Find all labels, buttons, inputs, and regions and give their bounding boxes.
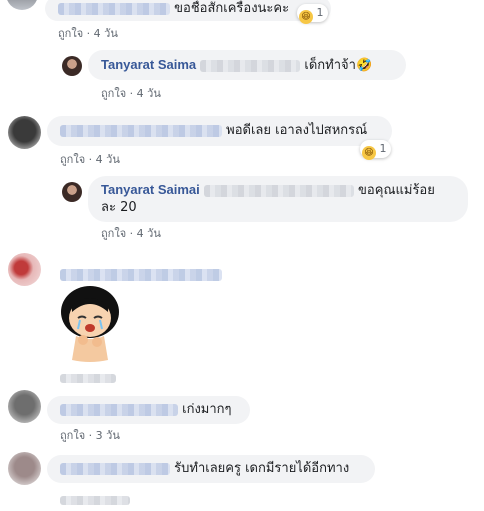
comment-text: เก่งมากๆ bbox=[60, 401, 232, 419]
reaction-number: 1 bbox=[379, 142, 387, 155]
comment-meta-blurred bbox=[60, 490, 130, 509]
separator: · bbox=[88, 153, 93, 166]
commenter-name[interactable]: Tanyarat Saimai bbox=[101, 182, 200, 197]
haha-reaction-icon: 😆 bbox=[362, 146, 376, 160]
commenter-name-blurred[interactable] bbox=[60, 124, 222, 137]
tagged-name-blurred[interactable] bbox=[200, 59, 301, 72]
comment-meta: ถูกใจ · 4 วัน bbox=[101, 224, 161, 242]
reply-body: ขอคุณแม่ร้อย bbox=[358, 183, 435, 198]
avatar[interactable] bbox=[8, 116, 41, 149]
like-link[interactable]: ถูกใจ bbox=[60, 153, 85, 166]
reaction-count[interactable]: 😆 1 bbox=[360, 140, 391, 160]
separator: · bbox=[129, 227, 134, 240]
like-link[interactable]: ถูกใจ bbox=[101, 227, 126, 240]
avatar[interactable] bbox=[8, 253, 41, 286]
timestamp[interactable]: 4 วัน bbox=[137, 227, 161, 240]
avatar[interactable] bbox=[62, 182, 82, 202]
commenter-name[interactable]: Tanyarat Saima bbox=[101, 57, 196, 72]
tagged-name-blurred[interactable] bbox=[203, 184, 354, 197]
comment-meta: ถูกใจ · 4 วัน bbox=[101, 84, 161, 102]
avatar[interactable] bbox=[62, 56, 82, 76]
reaction-count[interactable]: 😆 1 bbox=[297, 4, 328, 24]
reply-body: เด็กทำจ้า🤣 bbox=[304, 58, 373, 73]
comment-meta: ถูกใจ · 4 วัน bbox=[60, 150, 120, 168]
reply-text: Tanyarat Saima เด็กทำจ้า🤣 bbox=[101, 56, 372, 75]
avatar[interactable] bbox=[8, 452, 41, 485]
separator: · bbox=[86, 27, 91, 40]
comment-meta: ถูกใจ · 4 วัน bbox=[58, 24, 118, 42]
haha-reaction-icon: 😆 bbox=[299, 10, 313, 24]
comment-body: ขอชื่อสักเครื่องนะคะ bbox=[174, 1, 290, 16]
timestamp[interactable]: 4 วัน bbox=[94, 27, 118, 40]
separator: · bbox=[88, 429, 93, 442]
comment-meta: ถูกใจ · 3 วัน bbox=[60, 426, 120, 444]
reply-text-line2: ละ 20 bbox=[101, 200, 137, 215]
timestamp[interactable]: 4 วัน bbox=[96, 153, 120, 166]
like-link[interactable]: ถูกใจ bbox=[101, 87, 126, 100]
like-link[interactable]: ถูกใจ bbox=[60, 429, 85, 442]
commenter-name-blurred[interactable] bbox=[60, 462, 170, 475]
commenter-name-blurred[interactable] bbox=[60, 264, 222, 283]
timestamp[interactable]: 3 วัน bbox=[96, 429, 120, 442]
avatar[interactable] bbox=[6, 0, 38, 10]
commenter-name-blurred[interactable] bbox=[58, 2, 170, 15]
comment-text: รับทำเลยครู เดกมีรายได้อีกทาง bbox=[60, 460, 349, 478]
comment-body: รับทำเลยครู เดกมีรายได้อีกทาง bbox=[174, 461, 350, 476]
comment-text: พอดีเลย เอาลงไปสหกรณ์ bbox=[60, 122, 367, 140]
like-link[interactable]: ถูกใจ bbox=[58, 27, 83, 40]
comment-body: พอดีเลย เอาลงไปสหกรณ์ bbox=[226, 123, 368, 138]
separator: · bbox=[129, 87, 134, 100]
comment-meta-blurred bbox=[60, 368, 116, 387]
commenter-name-blurred[interactable] bbox=[60, 403, 178, 416]
crying-girl-sticker bbox=[61, 286, 119, 362]
reaction-number: 1 bbox=[316, 6, 324, 19]
avatar[interactable] bbox=[8, 390, 41, 423]
sticker-image bbox=[50, 282, 130, 364]
comment-text: ขอชื่อสักเครื่องนะคะ bbox=[58, 0, 289, 18]
reply-text: Tanyarat Saimai ขอคุณแม่ร้อย bbox=[101, 181, 435, 200]
comment-body: เก่งมากๆ bbox=[182, 402, 232, 417]
timestamp[interactable]: 4 วัน bbox=[137, 87, 161, 100]
